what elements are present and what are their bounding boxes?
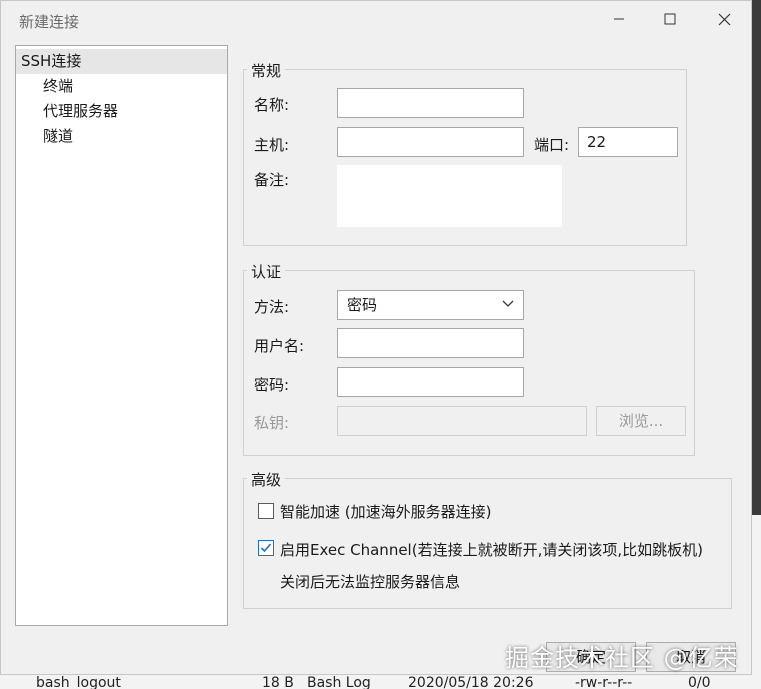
exec-channel-checkbox[interactable] [258, 540, 274, 556]
settings-tree: SSH连接 终端 代理服务器 隧道 [15, 45, 228, 626]
close-button[interactable] [701, 5, 747, 33]
checkmark-icon [260, 543, 272, 553]
file-type: Bash Log [307, 675, 371, 689]
chevron-down-icon [502, 300, 514, 307]
method-label: 方法: [254, 298, 290, 316]
port-input[interactable]: 22 [578, 127, 678, 157]
username-label: 用户名: [254, 337, 305, 355]
background-app-right-edge [752, 515, 761, 675]
port-label: 端口: [534, 136, 570, 154]
tree-item-ssh[interactable]: SSH连接 [16, 49, 227, 74]
background-file-row: bash_logout 18 B Bash Log 2020/05/18 20:… [0, 675, 761, 689]
file-name: bash_logout [36, 675, 121, 689]
minimize-icon [614, 18, 624, 20]
password-input[interactable] [337, 367, 524, 397]
auth-legend: 认证 [247, 261, 286, 282]
auth-method-select[interactable]: 密码 [337, 290, 524, 320]
browse-button[interactable]: 浏览... [596, 406, 686, 436]
file-size: 18 B [262, 675, 294, 689]
file-owner: 0/0 [688, 675, 711, 689]
private-key-input[interactable] [337, 406, 587, 436]
password-label: 密码: [254, 376, 290, 394]
maximize-icon [664, 13, 676, 25]
dialog-title: 新建连接 [19, 13, 80, 31]
file-perms: -rw-r--r-- [575, 675, 633, 689]
auth-method-value: 密码 [347, 296, 378, 314]
close-icon [718, 13, 730, 25]
host-label: 主机: [254, 136, 290, 154]
minimize-button[interactable] [596, 5, 642, 33]
general-legend: 常规 [247, 60, 286, 81]
private-key-label: 私钥: [254, 414, 290, 432]
title-bar: 新建连接 [1, 1, 751, 39]
new-connection-dialog: 新建连接 SSH连接 终端 代理服务器 隧道 常规 名称: 主机: 端口: 22… [0, 0, 752, 675]
name-input[interactable] [337, 88, 524, 118]
watermark-text: 掘金技术社区 @亿荣 [505, 644, 739, 672]
advanced-legend: 高级 [247, 469, 286, 490]
smart-accel-checkbox[interactable] [258, 503, 274, 519]
username-input[interactable] [337, 328, 524, 358]
exec-channel-note: 关闭后无法监控服务器信息 [280, 573, 461, 591]
tree-item-tunnel[interactable]: 隧道 [16, 124, 227, 149]
maximize-button[interactable] [647, 5, 693, 33]
exec-channel-label: 启用Exec Channel(若连接上就被断开,请关闭该项,比如跳板机) [280, 541, 703, 559]
tree-item-proxy[interactable]: 代理服务器 [16, 99, 227, 124]
file-date: 2020/05/18 20:26 [408, 675, 534, 689]
note-label: 备注: [254, 171, 290, 189]
name-label: 名称: [254, 96, 290, 114]
note-textarea[interactable] [337, 165, 562, 227]
tree-item-terminal[interactable]: 终端 [16, 74, 227, 99]
smart-accel-label: 智能加速 (加速海外服务器连接) [280, 503, 492, 521]
host-input[interactable] [337, 127, 524, 157]
